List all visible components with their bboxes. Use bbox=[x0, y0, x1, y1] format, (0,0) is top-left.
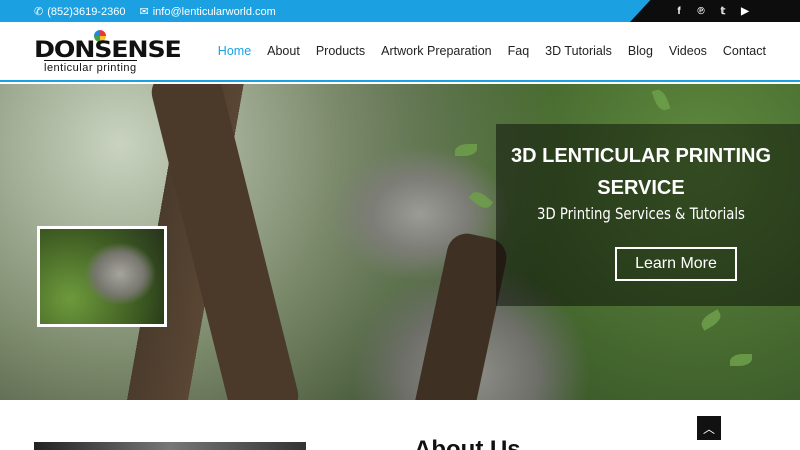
leaf bbox=[698, 309, 724, 331]
nav-item-home[interactable]: Home bbox=[218, 44, 251, 58]
hero-banner: 3D LENTICULAR PRINTING SERVICE 3D Printi… bbox=[0, 84, 800, 400]
social-links: f ℗ 𝕥 ▶ bbox=[630, 0, 800, 22]
top-bar: ✆ (852)3619-2360 ✉ info@lenticularworld.… bbox=[0, 0, 800, 22]
contact-info: ✆ (852)3619-2360 ✉ info@lenticularworld.… bbox=[34, 5, 276, 19]
nav-item-faq[interactable]: Faq bbox=[508, 44, 530, 58]
logo-tagline: lenticular printing bbox=[44, 60, 137, 74]
email-contact[interactable]: ✉ info@lenticularworld.com bbox=[139, 5, 276, 19]
phone-icon: ✆ bbox=[34, 6, 44, 18]
nav-item-products[interactable]: Products bbox=[316, 44, 365, 58]
hero-subheadline: 3D Printing Services & Tutorials bbox=[537, 204, 745, 223]
nav-item-blog[interactable]: Blog bbox=[628, 44, 653, 58]
main-nav: Home About Products Artwork Preparation … bbox=[218, 44, 766, 58]
tree-branch bbox=[147, 84, 303, 400]
leaf bbox=[455, 144, 477, 156]
youtube-icon[interactable]: ▶ bbox=[740, 6, 750, 17]
email-icon: ✉ bbox=[139, 6, 149, 18]
leaf bbox=[468, 188, 494, 212]
site-header: DONSENSE lenticular printing Home About … bbox=[0, 22, 800, 82]
site-logo[interactable]: DONSENSE lenticular printing bbox=[34, 30, 182, 74]
twitter-icon[interactable]: 𝕥 bbox=[718, 6, 728, 17]
leaf bbox=[730, 354, 752, 366]
about-title: About Us bbox=[414, 436, 521, 450]
leaf bbox=[651, 87, 671, 113]
facebook-icon[interactable]: f bbox=[674, 6, 684, 17]
nav-item-about[interactable]: About bbox=[267, 44, 300, 58]
koala-thumbnail[interactable] bbox=[37, 226, 167, 327]
phone-contact[interactable]: ✆ (852)3619-2360 bbox=[34, 5, 126, 19]
chevron-up-icon: ︿ bbox=[702, 421, 715, 436]
nav-item-3d-tutorials[interactable]: 3D Tutorials bbox=[545, 44, 612, 58]
nav-item-artwork-preparation[interactable]: Artwork Preparation bbox=[381, 44, 491, 58]
nav-item-contact[interactable]: Contact bbox=[723, 44, 766, 58]
hero-headline: 3D LENTICULAR PRINTING SERVICE bbox=[511, 145, 771, 199]
nav-item-videos[interactable]: Videos bbox=[669, 44, 707, 58]
learn-more-button[interactable]: Learn More bbox=[615, 247, 737, 281]
pinterest-icon[interactable]: ℗ bbox=[696, 6, 706, 17]
about-image bbox=[34, 442, 306, 450]
email-address: info@lenticularworld.com bbox=[152, 5, 276, 18]
phone-number: (852)3619-2360 bbox=[47, 5, 126, 18]
about-section: About Us bbox=[0, 400, 800, 450]
scroll-to-top-button[interactable]: ︿ bbox=[697, 416, 721, 440]
